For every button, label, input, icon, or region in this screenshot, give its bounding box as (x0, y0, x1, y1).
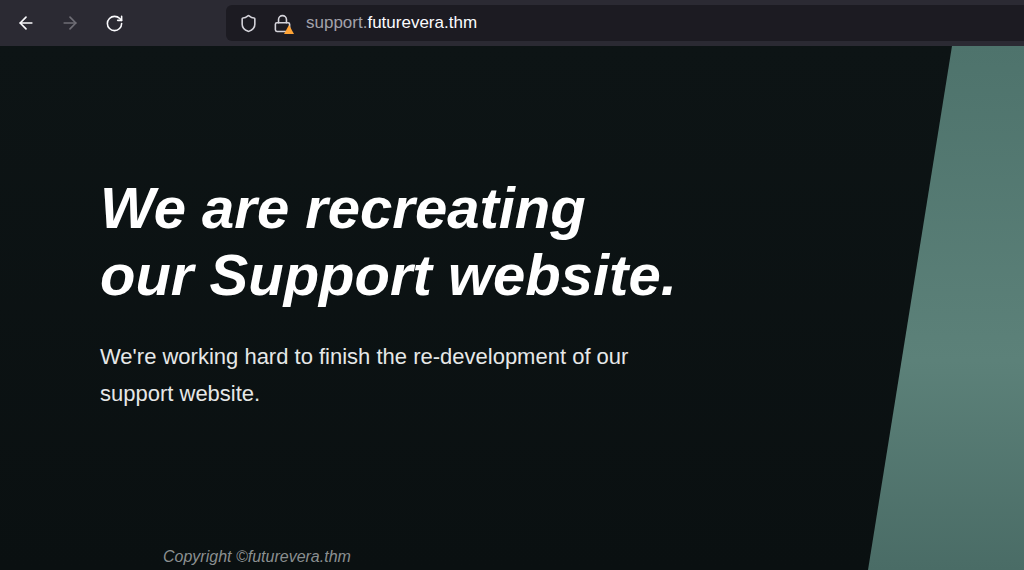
reload-button[interactable] (94, 5, 134, 41)
back-button[interactable] (6, 5, 46, 41)
arrow-left-icon (16, 13, 36, 33)
copyright-text: Copyright ©futurevera.thm (163, 546, 1024, 568)
hero-subtitle: We're working hard to finish the re-deve… (100, 338, 680, 412)
warning-icon (284, 25, 294, 34)
arrow-right-icon (60, 13, 80, 33)
hero-heading: We are recreating our Support website. (100, 174, 680, 308)
tracking-protection-button[interactable] (236, 11, 260, 35)
browser-window: support.futurevera.thm We are recreating … (0, 0, 1024, 570)
shield-icon (239, 14, 258, 33)
browser-toolbar: support.futurevera.thm (0, 0, 1024, 46)
page-hero: We are recreating our Support website. We… (0, 46, 1024, 570)
site-security-button[interactable] (270, 11, 294, 35)
forward-button[interactable] (50, 5, 90, 41)
reload-icon (105, 14, 124, 33)
url-text[interactable]: support.futurevera.thm (306, 11, 477, 35)
address-bar[interactable]: support.futurevera.thm (226, 5, 1024, 41)
url-subdomain: support. (306, 13, 367, 32)
hero-content: We are recreating our Support website. We… (100, 174, 1024, 568)
url-domain: futurevera.thm (367, 13, 477, 32)
